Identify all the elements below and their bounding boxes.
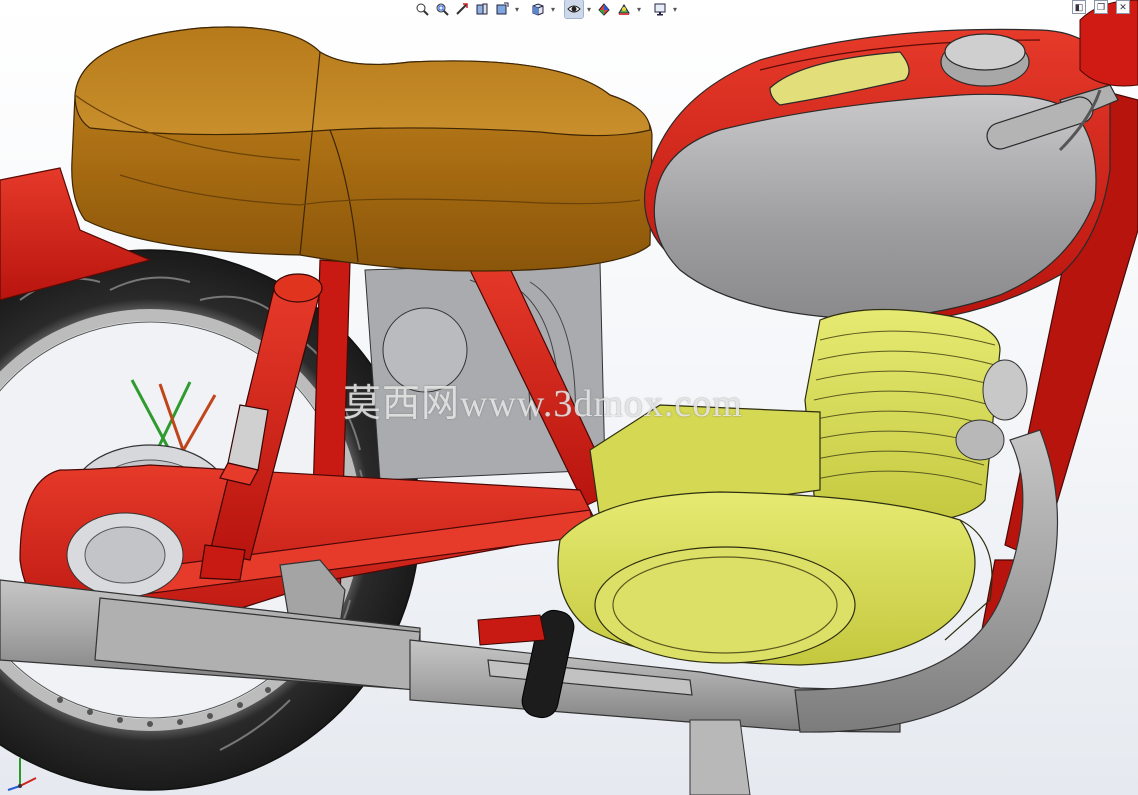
chevron-down-icon[interactable]: ▾ [585, 0, 593, 18]
zoom-to-fit-icon[interactable] [413, 0, 431, 18]
view-settings-icon[interactable] [651, 0, 669, 18]
footpeg [477, 614, 546, 646]
viewport-split-icon[interactable]: ◧ [1072, 0, 1086, 14]
engine [557, 308, 1001, 666]
chevron-down-icon[interactable]: ▾ [671, 0, 679, 18]
previous-view-icon[interactable] [453, 0, 471, 18]
window-corner-controls: ◧ ❐ ✕ [1072, 0, 1138, 16]
edit-appearance-icon[interactable] [595, 0, 613, 18]
section-view-icon[interactable] [473, 0, 491, 18]
display-style-icon[interactable] [564, 0, 584, 19]
chevron-down-icon[interactable]: ▾ [549, 0, 557, 18]
restore-window-icon[interactable]: ❐ [1094, 0, 1108, 14]
3d-model-viewport[interactable] [0, 0, 1138, 795]
zoom-to-area-icon[interactable] [433, 0, 451, 18]
fuel-tank [643, 28, 1119, 323]
heads-up-view-toolbar: ▾ ▾ ▾ ▾ ▾ [413, 0, 679, 19]
dynamic-annotation-icon[interactable] [493, 0, 511, 18]
chevron-down-icon[interactable]: ▾ [635, 0, 643, 18]
seat [71, 26, 653, 272]
close-icon[interactable]: ✕ [1116, 0, 1130, 14]
chevron-down-icon[interactable]: ▾ [513, 0, 521, 18]
reference-triad [7, 758, 37, 791]
view-orientation-icon[interactable] [529, 0, 547, 18]
apply-scene-icon[interactable] [615, 0, 633, 18]
